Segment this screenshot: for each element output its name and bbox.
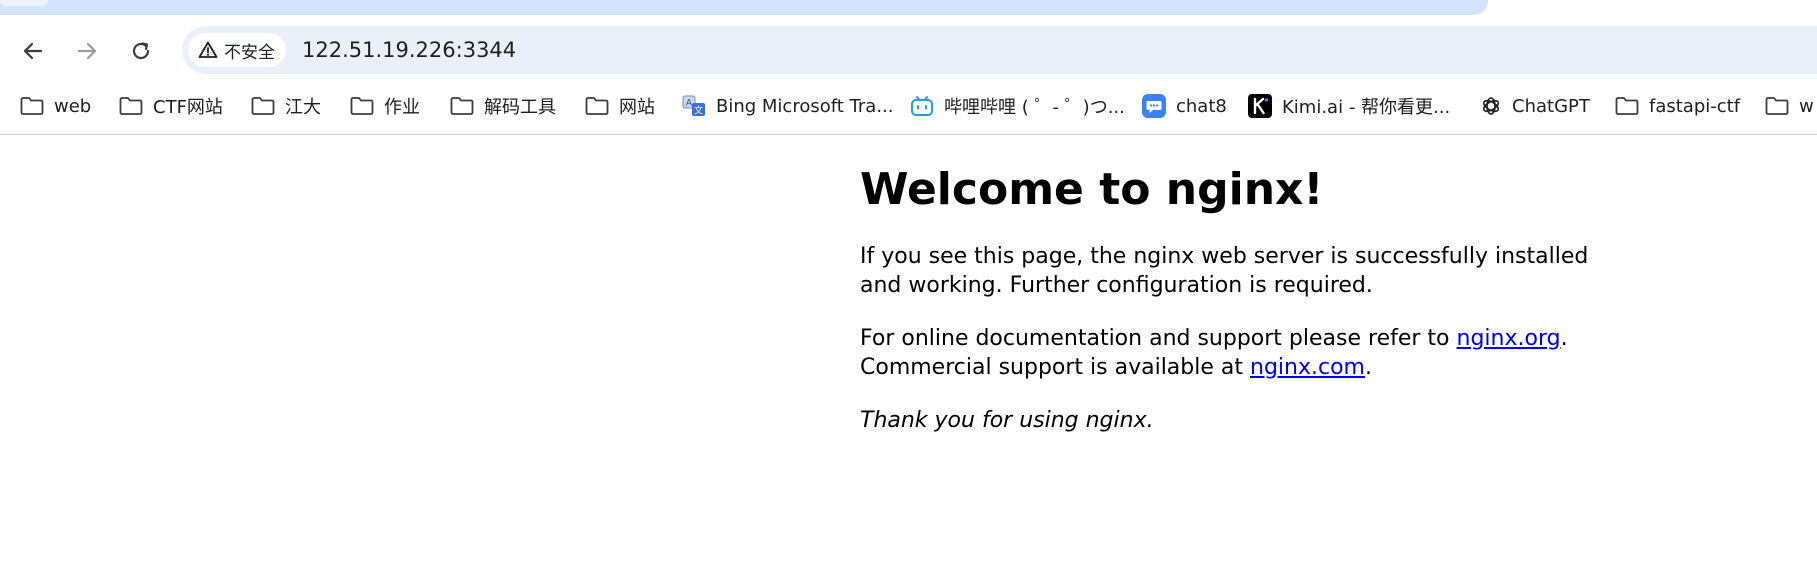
bookmark-kimi[interactable]: Kimi.ai - 帮你看更... <box>1248 92 1450 120</box>
bookmark-fastapi-ctf[interactable]: fastapi-ctf <box>1615 92 1740 120</box>
bookmark-label: 网站 <box>619 97 655 118</box>
address-bar[interactable]: 不安全 122.51.19.226:3344 <box>182 26 1817 74</box>
active-tab[interactable] <box>0 0 1488 15</box>
reload-icon <box>132 42 150 60</box>
tab-strip <box>0 0 1817 22</box>
commercial-period: . <box>1364 354 1372 380</box>
bookmark-ctf[interactable]: CTF网站 <box>119 92 223 120</box>
bookmark-label: 作业 <box>384 97 420 118</box>
bookmark-label: Kimi.ai - 帮你看更... <box>1282 97 1451 118</box>
bookmark-label: 解码工具 <box>484 97 556 118</box>
bilibili-icon <box>911 96 933 116</box>
translator-icon: A 文 <box>682 95 705 117</box>
bookmark-label: Bing Microsoft Tra... <box>716 95 894 117</box>
security-indicator[interactable]: 不安全 <box>188 33 286 67</box>
bookmark-homework[interactable]: 作业 <box>350 92 420 120</box>
docs-paragraph: For online documentation and support ple… <box>860 324 1620 382</box>
bookmark-bilibili[interactable]: 哔哩哔哩 ( ゜- ゜)つ... <box>910 92 1125 120</box>
bookmark-label: 哔哩哔哩 ( ゜- ゜)つ... <box>944 97 1125 118</box>
nginx-com-link[interactable]: nginx.com <box>1250 355 1365 380</box>
security-label: 不安全 <box>224 42 275 63</box>
forward-arrow-icon <box>77 42 97 60</box>
bookmark-label: chat8 <box>1176 95 1227 117</box>
back-button[interactable] <box>16 34 50 68</box>
bookmark-chat8[interactable]: chat8 <box>1142 92 1227 120</box>
bookmark-chatgpt[interactable]: ChatGPT <box>1480 92 1590 120</box>
openai-icon <box>1482 97 1500 115</box>
bookmark-label: w <box>1799 95 1814 117</box>
bookmark-label: fastapi-ctf <box>1649 95 1741 117</box>
svg-text:文: 文 <box>694 105 703 117</box>
warning-icon <box>198 41 218 58</box>
kimi-icon <box>1248 94 1272 118</box>
browser-toolbar: 不安全 122.51.19.226:3344 <box>0 22 1817 78</box>
bookmark-jiangda[interactable]: 江大 <box>251 92 321 120</box>
thanks-paragraph: Thank you for using nginx. <box>860 406 1620 435</box>
bookmark-w[interactable]: w <box>1765 92 1814 120</box>
commercial-text: Commercial support is available at <box>860 354 1250 380</box>
folder-icon <box>350 97 374 115</box>
docs-text: For online documentation and support ple… <box>860 325 1457 351</box>
tab-notch <box>0 0 48 6</box>
bookmark-label: CTF网站 <box>153 97 223 118</box>
docs-period: . <box>1560 325 1568 351</box>
chat-bubble-icon <box>1142 94 1166 118</box>
folder-icon <box>20 97 44 115</box>
forward-button[interactable] <box>70 34 104 68</box>
folder-icon <box>251 97 275 115</box>
bookmark-web[interactable]: web <box>20 92 91 120</box>
thanks-text: Thank you for using nginx. <box>860 407 1154 433</box>
back-arrow-icon <box>23 42 43 60</box>
bookmark-label: ChatGPT <box>1512 95 1590 117</box>
svg-text:A: A <box>686 99 693 109</box>
bookmark-label: 江大 <box>285 97 321 118</box>
folder-icon <box>119 97 143 115</box>
intro-paragraph: If you see this page, the nginx web serv… <box>860 243 1589 298</box>
bookmark-websites[interactable]: 网站 <box>585 92 655 120</box>
url-text[interactable]: 122.51.19.226:3344 <box>302 38 516 62</box>
folder-icon <box>1765 97 1789 115</box>
page-title: Welcome to nginx! <box>860 164 1324 215</box>
reload-button[interactable] <box>124 34 158 68</box>
bookmark-label: web <box>54 95 92 117</box>
folder-icon <box>1615 97 1639 115</box>
page-content: Welcome to nginx! If you see this page, … <box>860 164 1620 459</box>
bookmark-decode-tools[interactable]: 解码工具 <box>450 92 556 120</box>
folder-icon <box>585 97 609 115</box>
bookmark-bing-translator[interactable]: A 文 Bing Microsoft Tra... <box>682 92 894 120</box>
bookmarks-bar: web CTF网站 江大 作业 解码工具 网站 A 文 Bing Microso… <box>0 78 1817 135</box>
nginx-org-link[interactable]: nginx.org <box>1457 326 1561 351</box>
folder-icon <box>450 97 474 115</box>
